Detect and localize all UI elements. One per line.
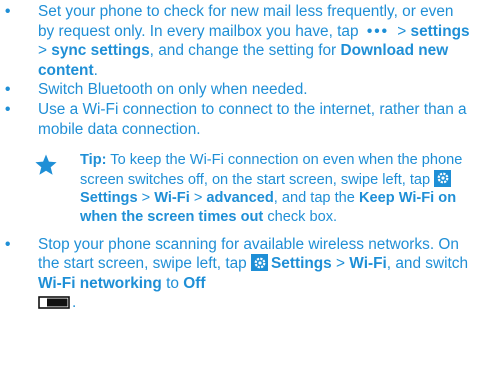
bullet-dot: •: [5, 3, 11, 20]
more-icon: •••: [366, 22, 389, 40]
tip-label: Tip:: [80, 152, 107, 169]
list-item-text: Set your phone to check for new mail les…: [38, 3, 470, 79]
bullet-dot: •: [5, 100, 11, 118]
list-item-text: Stop your phone scanning for available w…: [38, 235, 469, 312]
tip-note: Tip: To keep the Wi-Fi connection on eve…: [0, 151, 478, 226]
bullet-dot: •: [5, 81, 11, 99]
settings-gear-icon: [251, 254, 269, 272]
list-item-text: Switch Bluetooth on only when needed.: [38, 81, 308, 99]
switch-off-icon: [38, 296, 70, 310]
list-item-text: Use a Wi-Fi connection to connect to the…: [38, 100, 467, 138]
star-icon: [35, 154, 57, 175]
list-item: • Use a Wi-Fi connection to connect to t…: [0, 100, 478, 139]
settings-gear-icon: [434, 169, 452, 187]
document-page: • Set your phone to check for new mail l…: [0, 0, 478, 366]
list-item: • Set your phone to check for new mail l…: [0, 2, 478, 80]
list-item: • Switch Bluetooth on only when needed.: [0, 80, 478, 100]
bullet-dot: •: [5, 235, 11, 253]
list-item: • Stop your phone scanning for available…: [0, 235, 478, 313]
